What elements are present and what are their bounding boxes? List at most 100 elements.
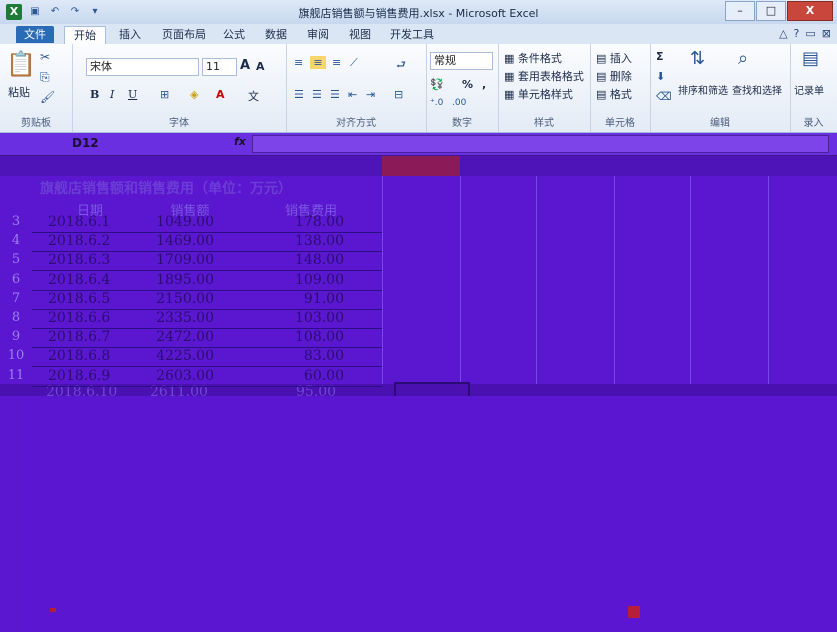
delete-cells-button[interactable]: ▤ 删除 [596, 68, 632, 84]
table-title: 旗舰店销售额和销售费用（单位：万元） [40, 181, 292, 197]
cell-styles-button[interactable]: ▦ 单元格样式 [504, 86, 573, 102]
sort-filter-button[interactable]: 排序和筛选 [678, 82, 728, 97]
close-workbook-icon[interactable]: ⊠ [822, 27, 831, 40]
italic-button[interactable]: I [110, 88, 114, 101]
cell-sales: 4225.00 [156, 348, 214, 365]
percent-button[interactable]: % [462, 78, 473, 91]
underline-button[interactable]: U [128, 88, 137, 101]
close-button[interactable]: X [787, 1, 833, 21]
cell-cost: 60.00 [303, 367, 344, 384]
fill-icon[interactable]: ⬇ [656, 70, 665, 83]
window-title: 旗舰店销售额与销售费用.xlsx - Microsoft Excel [298, 7, 539, 20]
align-right-icon[interactable]: ☰ [330, 88, 340, 101]
maximize-button[interactable]: □ [756, 1, 786, 21]
row-number: 4 [11, 233, 21, 249]
fill-color-icon[interactable]: ◈ [190, 88, 198, 101]
font-color-icon[interactable]: A [216, 88, 225, 101]
shrink-font-button[interactable]: A [256, 60, 265, 73]
phonetic-button[interactable]: 文 [248, 88, 259, 104]
name-box[interactable]: D12 [8, 135, 228, 152]
tab-formulas[interactable]: 公式 [216, 26, 252, 43]
grow-font-button[interactable]: A [240, 58, 250, 73]
help-icon[interactable]: ? [794, 27, 800, 40]
tab-insert[interactable]: 插入 [112, 26, 148, 43]
ribbon-collapse-icon[interactable]: △ [779, 27, 787, 40]
selected-column-header[interactable] [382, 156, 460, 176]
tab-home[interactable]: 开始 [64, 26, 106, 44]
conditional-format-button[interactable]: ▦ 条件格式 [504, 50, 562, 66]
cell-date: 2018.6.5 [48, 290, 111, 307]
decrease-indent-icon[interactable]: ⇤ [348, 88, 357, 101]
form-icon[interactable]: ▤ [802, 48, 819, 69]
row-number: 9 [11, 329, 21, 345]
insert-function-button[interactable]: fx [234, 135, 246, 148]
merge-center-icon[interactable]: ⊟ [394, 88, 403, 101]
ribbon: 📋 粘贴 ✂ ⎘ 🖌 剪贴板 宋体 11 A A B I U ⊞ ◈ A 文 字… [0, 44, 837, 133]
align-left-icon[interactable]: ☰ [294, 88, 304, 101]
bold-button[interactable]: B [90, 88, 99, 101]
minimize-button[interactable]: – [725, 1, 755, 21]
cells-group: ▤ 插入 ▤ 删除 ▤ 格式 单元格 [590, 44, 651, 132]
format-as-table-button[interactable]: ▦ 套用表格格式 [504, 68, 584, 84]
comma-button[interactable]: , [482, 78, 486, 91]
decrease-decimal-icon[interactable]: .00 [452, 98, 466, 108]
borders-icon[interactable]: ⊞ [160, 88, 169, 101]
align-middle-icon[interactable]: ≡ [310, 56, 326, 69]
grid-line [614, 176, 615, 406]
styles-group: ▦ 条件格式 ▦ 套用表格格式 ▦ 单元格样式 样式 [498, 44, 591, 132]
sort-filter-icon[interactable]: ⇅ [690, 48, 705, 69]
styles-group-label: 样式 [534, 118, 554, 129]
wrap-text-icon[interactable]: ⮐ [396, 56, 406, 75]
clear-icon[interactable]: ⌫ [656, 90, 672, 103]
title-bar: X ▣ ↶ ↷ ▾ 旗舰店销售额与销售费用.xlsx - Microsoft E… [0, 0, 837, 25]
tab-file[interactable]: 文件 [16, 26, 54, 43]
increase-indent-icon[interactable]: ⇥ [366, 88, 375, 101]
accounting-format-icon[interactable]: 💱 [430, 78, 444, 91]
tab-data[interactable]: 数据 [258, 26, 294, 43]
orientation-icon[interactable]: ⟋ [350, 56, 358, 70]
grid-line [382, 176, 383, 406]
find-select-icon[interactable]: ⌕ [738, 48, 748, 69]
row-number: 10 [7, 348, 25, 364]
align-top-icon[interactable]: ≡ [294, 56, 303, 69]
align-center-icon[interactable]: ☰ [312, 88, 322, 101]
worksheet[interactable]: 旗舰店销售额和销售费用（单位：万元） 日期 销售额 销售费用 2018.6.10… [0, 156, 837, 632]
insert-cells-label: 插入 [609, 52, 632, 65]
alignment-group: ≡ ≡ ≡ ⟋ ⮐ ☰ ☰ ☰ ⇤ ⇥ ⊟ 对齐方式 [286, 44, 427, 132]
font-size-select[interactable]: 11 [202, 58, 237, 76]
align-bottom-icon[interactable]: ≡ [332, 56, 341, 69]
formula-bar: D12 fx [0, 133, 837, 156]
restore-workbook-icon[interactable]: ▭ [805, 27, 815, 40]
row-number: 5 [11, 252, 21, 268]
format-cells-button[interactable]: ▤ 格式 [596, 86, 632, 102]
record-group-label: 录入 [803, 118, 824, 129]
tab-view[interactable]: 视图 [342, 26, 378, 43]
paste-icon[interactable]: 📋 [6, 50, 36, 80]
form-button[interactable]: 记录单 [794, 82, 824, 97]
paste-button[interactable]: 粘贴 [8, 84, 30, 100]
status-marker [50, 608, 56, 612]
clipboard-group-label: 剪贴板 [21, 118, 51, 129]
tab-page-layout[interactable]: 页面布局 [156, 26, 212, 43]
cut-icon[interactable]: ✂ [40, 50, 50, 64]
font-name-select[interactable]: 宋体 [86, 58, 199, 76]
number-format-select[interactable]: 常规 [430, 52, 493, 70]
alignment-group-label: 对齐方式 [336, 118, 376, 129]
cell-date: 2018.6.7 [48, 329, 111, 346]
tab-developer[interactable]: 开发工具 [384, 26, 440, 43]
format-painter-icon[interactable]: 🖌 [40, 90, 55, 104]
copy-icon[interactable]: ⎘ [40, 70, 50, 85]
empty-sheet-area[interactable] [20, 396, 837, 632]
tab-review[interactable]: 审阅 [300, 26, 336, 43]
row-number: 8 [11, 310, 21, 325]
row-number: 11 [7, 367, 25, 383]
insert-cells-button[interactable]: ▤ 插入 [596, 50, 632, 66]
conditional-format-label: 条件格式 [517, 52, 562, 65]
font-group: 宋体 11 A A B I U ⊞ ◈ A 文 字体 [72, 44, 287, 132]
autosum-button[interactable]: Σ [656, 50, 664, 63]
find-select-button[interactable]: 查找和选择 [732, 82, 782, 97]
formula-input[interactable] [252, 135, 829, 153]
increase-decimal-icon[interactable]: ⁺.0 [430, 98, 443, 108]
grid-line [536, 176, 537, 406]
number-group: 常规 💱 % , ⁺.0 .00 数字 [426, 44, 499, 132]
